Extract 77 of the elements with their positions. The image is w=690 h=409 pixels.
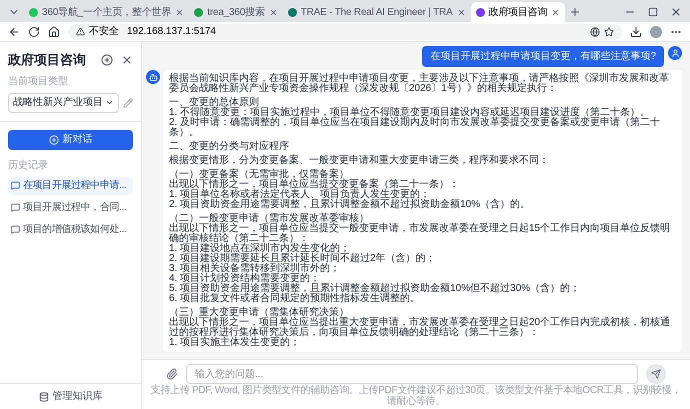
- maximize-icon[interactable]: [648, 7, 658, 17]
- answer-text: （二）一般变更申请（需市发展改革委审核）: [169, 214, 369, 224]
- history-item[interactable]: 项目的增值税该如何处...: [8, 220, 133, 238]
- tab-title: TRAE - The Real AI Engineer | TRA: [300, 6, 453, 20]
- answer-text: 2. 项目建设期需要延长且累计延长时间不超过2年（含）的；: [169, 254, 437, 264]
- answer-text: 1. 不得随意变更：项目实施过程中，项目单位不得随意变更项目建设内容或延迟项目建设进度（第二十条）。: [169, 108, 650, 118]
- answer-text: 4. 项目计划投资结构需要变更的；: [169, 274, 320, 284]
- tab-title: trea_360搜索: [207, 6, 265, 20]
- send-button[interactable]: [646, 364, 666, 384]
- warning-icon: [76, 27, 85, 36]
- address-bar[interactable]: 不安全 192.168.137.1:5174: [68, 24, 622, 40]
- browser-tab[interactable]: TRAE - The Real AI Engineer | TRA: [282, 2, 471, 22]
- reload-icon[interactable]: [28, 26, 40, 38]
- home-icon[interactable]: [48, 26, 60, 38]
- tab-title: 政府项目咨询: [488, 6, 548, 20]
- site-icon: [29, 8, 38, 16]
- question-input[interactable]: 输入您的问题...: [186, 364, 638, 384]
- answer-text: 5. 项目资助资金用途需要调整，且累计调整金额超过拟资助金额10%但不超过30%（含）的；: [169, 284, 582, 294]
- new-tab-icon[interactable]: [569, 6, 582, 18]
- answer-text: 一、变更的总体原则: [169, 98, 259, 108]
- chat-icon: [11, 225, 20, 234]
- browser-tab[interactable]: 360导航_一个主页，整个世界: [24, 2, 190, 22]
- close-icon[interactable]: [268, 8, 278, 16]
- edit-icon[interactable]: [123, 98, 133, 108]
- download-icon[interactable]: [630, 26, 642, 38]
- back-icon[interactable]: [8, 26, 20, 38]
- answer-text: 2. 项目资助资金用途需要调整，且累计调整金额不超过拟资助金额10%（含）的。: [169, 200, 532, 210]
- close-icon[interactable]: [670, 6, 682, 18]
- close-icon[interactable]: [456, 8, 466, 16]
- answer-text: 出现以下情形之一，项目单位应当提交变更备案（第二十一条）：: [169, 180, 460, 190]
- send-icon: [651, 369, 661, 379]
- site-icon: [194, 8, 204, 16]
- field-label: 当前项目类型: [8, 74, 69, 88]
- globe-icon[interactable]: [590, 26, 600, 36]
- answer-text: 根据变更情形，分为变更备案、一般变更申请和重大变更申请三类，程序和要求不同：: [169, 156, 550, 166]
- answer-text: 2. 及时申请：确需调整的，项目单位应当在项目建设期内及时向市发展改革委提交变更备案或变更申请（第二十条）。: [169, 118, 662, 138]
- app-title: 政府项目咨询: [8, 51, 87, 69]
- tab-title: 360导航_一个主页，整个世界: [42, 6, 172, 20]
- answer-text: 出现以下情形之一，项目单位应当提交一般变更申请，市发展改革委在受理之日起15个工作日内向项目单位反馈明确的审核结论（第二十二条）：: [169, 224, 672, 244]
- user-message: 在项目开展过程中申请项目变更，有哪些注意事项?: [422, 46, 664, 67]
- answer-text: 出现以下情形之一，项目单位应当提出重大变更申请，市发展改革委在受理之日起20个工作日内完成初核，初核通过的按程序进行集体研究决策后，向项目单位反馈明确的处理结论（第二十三条）：: [169, 318, 672, 338]
- site-icon: [476, 8, 485, 16]
- browser-tab[interactable]: trea_360搜索: [189, 2, 283, 22]
- close-icon[interactable]: [175, 8, 184, 16]
- browser-tab[interactable]: 政府项目咨询: [470, 2, 566, 22]
- history-item[interactable]: 在项目开展过程中申请...: [8, 176, 133, 194]
- close-icon[interactable]: [121, 54, 133, 66]
- site-icon: [288, 8, 297, 16]
- project-type-select[interactable]: 战略性新兴产业项目: [8, 92, 119, 112]
- answer-text: （三）重大变更申请（需集体研究决策）: [169, 308, 350, 318]
- database-icon: [38, 392, 48, 402]
- dropdown-icon: [105, 98, 114, 107]
- answer-text: （一）变更备案（无需审批，仅需备案）: [169, 170, 349, 180]
- answer-text: 根据当前知识库内容，在项目开展过程中申请项目变更，主要涉及以下注意事项，请严格按照《深圳市发展和改革委员会战略性新兴产业专项资金操作规程（深发改规〔2026〕1号）》的相关规定执行：: [169, 74, 670, 94]
- history-item[interactable]: 项目开展过程中，合同...: [8, 198, 133, 216]
- chat-icon: [11, 203, 20, 212]
- answer-text: 1. 项目建设地点在深圳市内发生变化的；: [169, 244, 350, 254]
- profile-avatar[interactable]: [650, 26, 662, 38]
- answer-text: 二、变更的分类与对应程序: [169, 142, 290, 152]
- answer-text: 3. 项目相关设备需转移到深圳市外的；: [169, 264, 342, 274]
- security-label: 不安全: [89, 24, 119, 39]
- new-chat-button[interactable]: 新对话: [8, 130, 133, 150]
- close-icon[interactable]: [551, 8, 560, 16]
- add-icon[interactable]: [101, 54, 113, 66]
- answer-text: 1. 项目单位名称或者法定代表人、项目负责人发生变更的；: [169, 190, 430, 200]
- star-icon[interactable]: [604, 26, 614, 36]
- url-text: 192.168.137.1:5174: [127, 25, 216, 39]
- upload-hint: 支持上传 PDF, Word, 图片类型文件的辅助咨询。上传PDF文件建议不超过30页。该类型文件基于本地OCR工具，识别较慢，请耐心等待。: [150, 385, 682, 407]
- section-label: 历史记录: [8, 158, 49, 172]
- answer-text: 6. 项目批复文件或者合同规定的预期性指标发生调整的。: [169, 294, 422, 304]
- answer-text: 1. 项目实施主体发生变更的；: [169, 338, 302, 348]
- bot-avatar: [146, 70, 160, 84]
- chat-icon: [11, 181, 20, 190]
- attach-icon[interactable]: [166, 368, 178, 380]
- add-icon: [48, 134, 58, 144]
- user-avatar: [668, 46, 682, 60]
- manage-knowledge-button[interactable]: 管理知识库: [38, 389, 102, 404]
